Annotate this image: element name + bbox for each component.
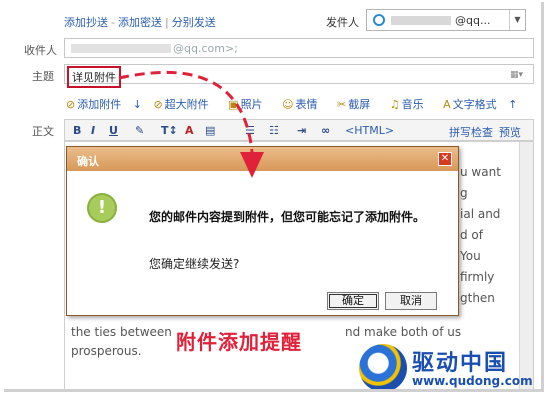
qudong-logo-icon [359,344,407,389]
watermark-name: 驱动中国 [412,351,509,376]
mail-compose-window: 添加抄送 - 添加密送 | 分别发送 发件人 @qq... ▼ 收件人 @qq.com>… [4,2,544,392]
annotation-label: 附件添加提醒 [176,330,302,354]
watermark-url: www.qudong.com [412,374,533,388]
